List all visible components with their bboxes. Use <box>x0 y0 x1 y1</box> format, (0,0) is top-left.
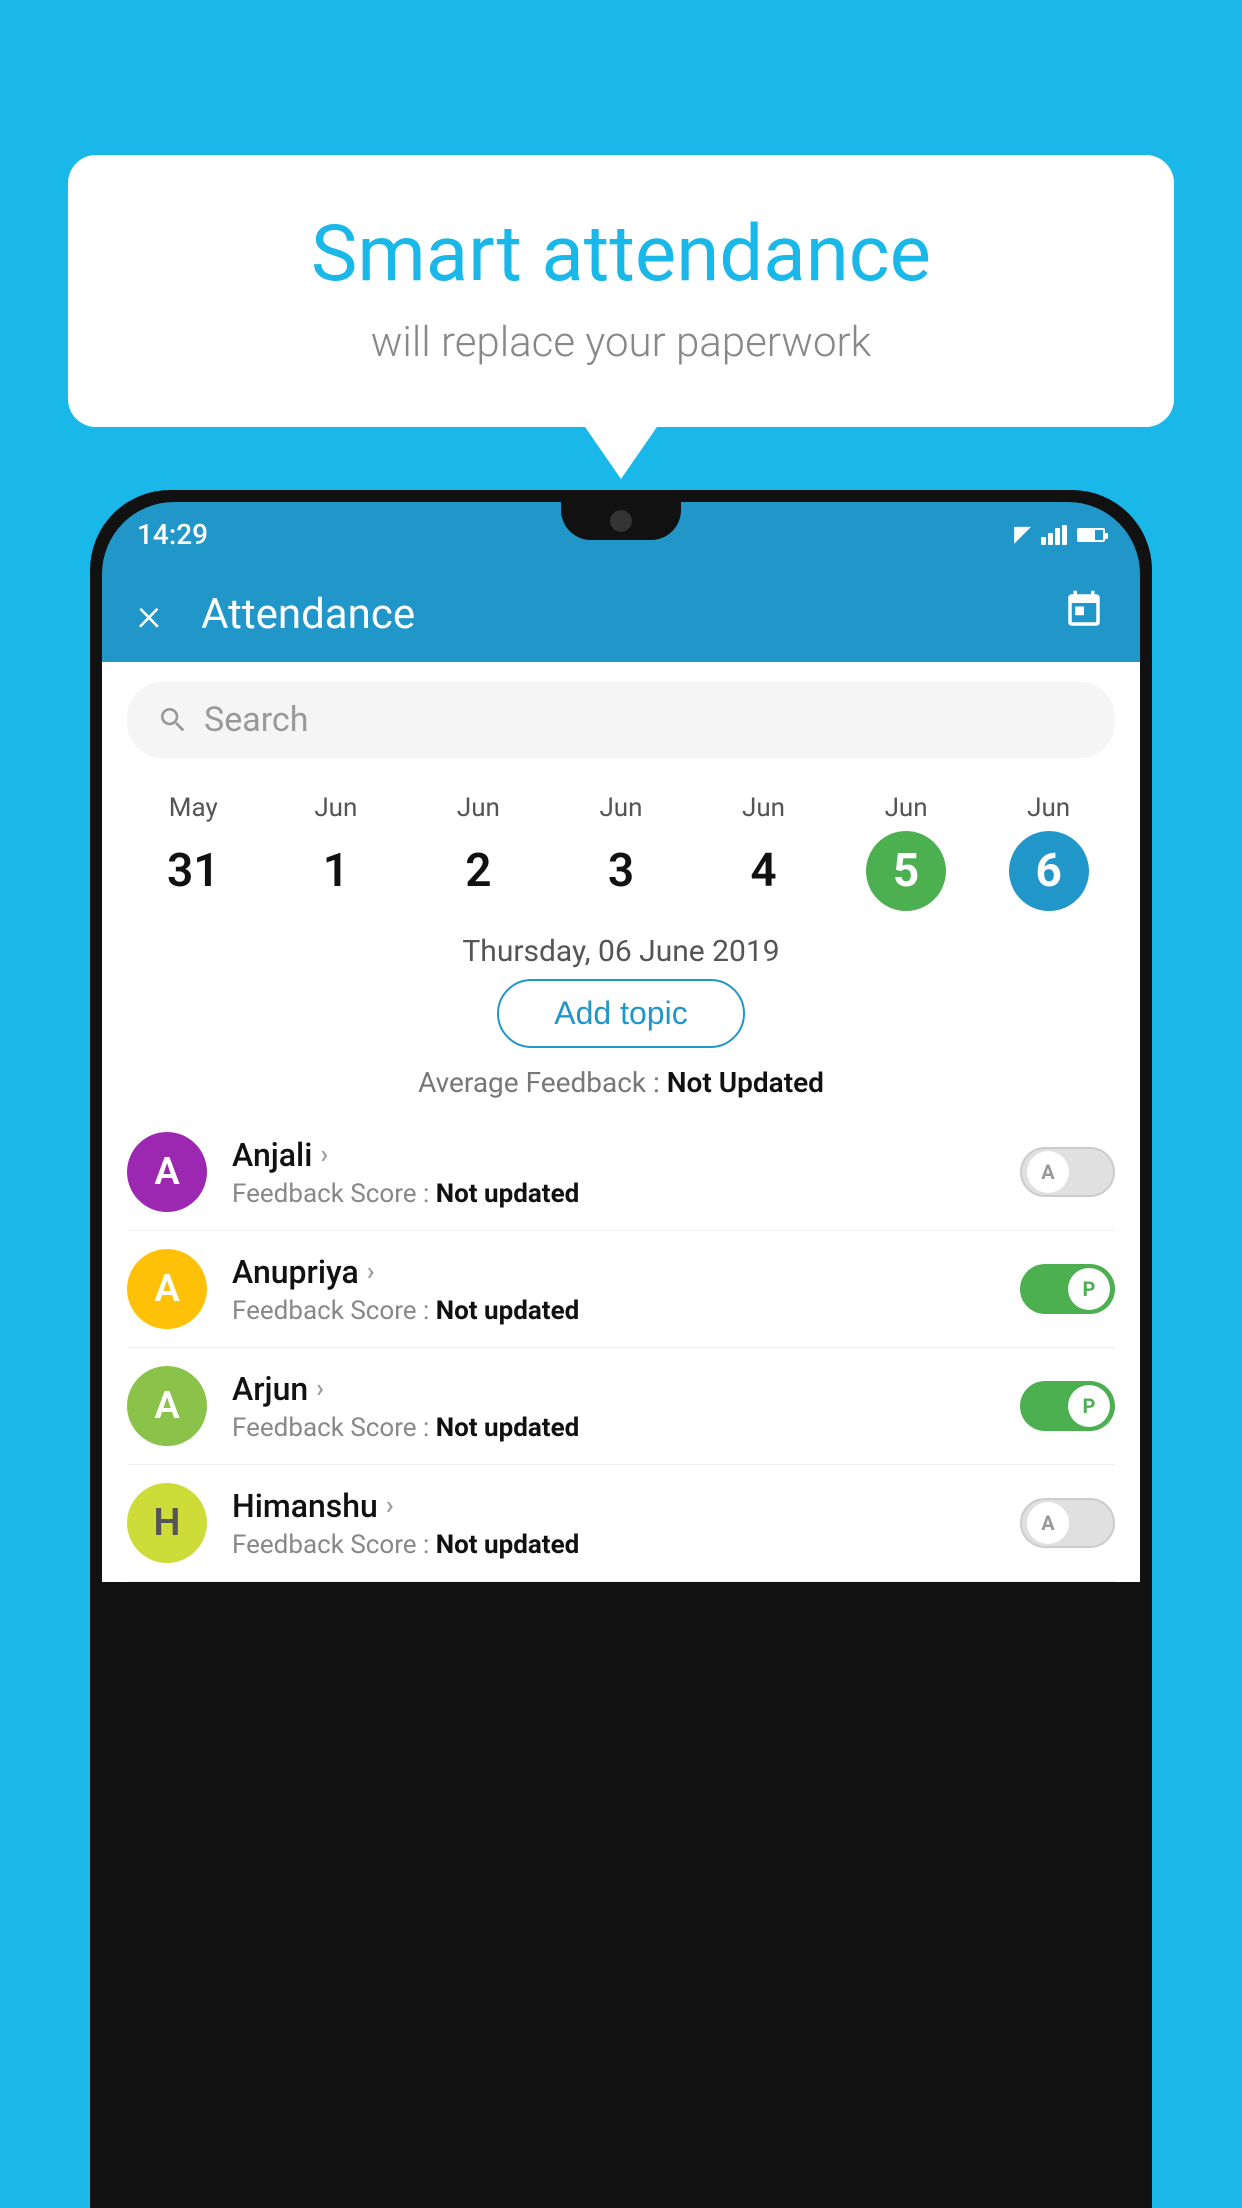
calendar-day-jun5[interactable]: Jun 5 <box>841 793 971 911</box>
student-info-anupriya: Anupriya › Feedback Score : Not updated <box>232 1253 1020 1326</box>
feedback-himanshu: Feedback Score : Not updated <box>232 1530 1020 1560</box>
day-2: 2 <box>438 831 518 911</box>
toggle-arjun[interactable]: P <box>1020 1381 1115 1431</box>
feedback-anjali: Feedback Score : Not updated <box>232 1179 1020 1209</box>
speech-bubble-title: Smart attendance <box>128 210 1114 300</box>
chevron-anupriya: › <box>367 1257 375 1287</box>
phone-frame: 14:29 ◤ × Attendance <box>90 490 1152 2208</box>
day-31: 31 <box>153 831 233 911</box>
phone-inner: 14:29 ◤ × Attendance <box>102 502 1140 2196</box>
month-may: May <box>128 793 258 823</box>
signal-bar-2 <box>1048 533 1053 545</box>
calendar-row: May 31 Jun 1 Jun 2 Jun 3 Jun 4 <box>102 778 1140 916</box>
toggle-switch-anjali[interactable]: A <box>1020 1147 1115 1197</box>
avatar-arjun: A <box>127 1366 207 1446</box>
calendar-icon[interactable] <box>1063 589 1105 641</box>
signal-bar-1 <box>1041 537 1046 545</box>
month-jun2: Jun <box>413 793 543 823</box>
student-name-arjun: Arjun › <box>232 1370 1020 1408</box>
toggle-anjali[interactable]: A <box>1020 1147 1115 1197</box>
feedback-arjun: Feedback Score : Not updated <box>232 1413 1020 1443</box>
status-bar: 14:29 ◤ <box>102 502 1140 567</box>
signal-bar-3 <box>1055 528 1060 545</box>
speech-bubble-container: Smart attendance will replace your paper… <box>68 155 1174 427</box>
chevron-arjun: › <box>316 1374 324 1404</box>
avatar-anupriya: A <box>127 1249 207 1329</box>
battery-fill <box>1079 530 1095 540</box>
app-content: Search May 31 Jun 1 Jun 2 Jun 3 <box>102 662 1140 1582</box>
camera <box>610 510 632 532</box>
student-info-arjun: Arjun › Feedback Score : Not updated <box>232 1370 1020 1443</box>
close-button[interactable]: × <box>137 588 161 642</box>
avg-feedback: Average Feedback : Not Updated <box>102 1066 1140 1099</box>
toggle-switch-anupriya[interactable]: P <box>1020 1264 1115 1314</box>
app-bar: × Attendance <box>102 567 1140 662</box>
avatar-himanshu: H <box>127 1483 207 1563</box>
day-6-today: 6 <box>1009 831 1089 911</box>
search-placeholder: Search <box>204 700 308 740</box>
calendar-day-jun6[interactable]: Jun 6 <box>984 793 1114 911</box>
student-name-anjali: Anjali › <box>232 1136 1020 1174</box>
student-info-himanshu: Himanshu › Feedback Score : Not updated <box>232 1487 1020 1560</box>
month-jun1: Jun <box>271 793 401 823</box>
search-bar[interactable]: Search <box>127 682 1115 758</box>
calendar-day-jun2[interactable]: Jun 2 <box>413 793 543 911</box>
chevron-himanshu: › <box>386 1491 394 1521</box>
student-list: A Anjali › Feedback Score : Not updated … <box>102 1114 1140 1582</box>
chevron-anjali: › <box>320 1140 328 1170</box>
search-icon <box>157 704 189 736</box>
date-header: Thursday, 06 June 2019 <box>102 934 1140 969</box>
student-item-arjun[interactable]: A Arjun › Feedback Score : Not updated P <box>127 1348 1115 1465</box>
feedback-anupriya: Feedback Score : Not updated <box>232 1296 1020 1326</box>
student-item-anupriya[interactable]: A Anupriya › Feedback Score : Not update… <box>127 1231 1115 1348</box>
calendar-day-may31[interactable]: May 31 <box>128 793 258 911</box>
battery-icon <box>1077 528 1105 542</box>
student-info-anjali: Anjali › Feedback Score : Not updated <box>232 1136 1020 1209</box>
wifi-icon: ◤ <box>1014 522 1031 547</box>
month-jun3: Jun <box>556 793 686 823</box>
app-bar-title: Attendance <box>201 590 1063 639</box>
toggle-knob-anjali: A <box>1027 1151 1069 1193</box>
avatar-anjali: A <box>127 1132 207 1212</box>
student-name-himanshu: Himanshu › <box>232 1487 1020 1525</box>
add-topic-button[interactable]: Add topic <box>497 979 744 1048</box>
toggle-anupriya[interactable]: P <box>1020 1264 1115 1314</box>
status-icons: ◤ <box>1014 522 1105 547</box>
day-4: 4 <box>724 831 804 911</box>
day-1: 1 <box>296 831 376 911</box>
toggle-knob-arjun: P <box>1068 1385 1110 1427</box>
student-item-himanshu[interactable]: H Himanshu › Feedback Score : Not update… <box>127 1465 1115 1582</box>
toggle-knob-himanshu: A <box>1027 1502 1069 1544</box>
toggle-himanshu[interactable]: A <box>1020 1498 1115 1548</box>
notch <box>561 502 681 540</box>
calendar-day-jun3[interactable]: Jun 3 <box>556 793 686 911</box>
status-time: 14:29 <box>137 518 208 551</box>
day-3: 3 <box>581 831 661 911</box>
calendar-day-jun1[interactable]: Jun 1 <box>271 793 401 911</box>
month-jun4: Jun <box>699 793 829 823</box>
speech-bubble: Smart attendance will replace your paper… <box>68 155 1174 427</box>
student-item-anjali[interactable]: A Anjali › Feedback Score : Not updated … <box>127 1114 1115 1231</box>
calendar-day-jun4[interactable]: Jun 4 <box>699 793 829 911</box>
toggle-switch-arjun[interactable]: P <box>1020 1381 1115 1431</box>
signal-icon <box>1041 525 1067 545</box>
toggle-switch-himanshu[interactable]: A <box>1020 1498 1115 1548</box>
speech-bubble-subtitle: will replace your paperwork <box>128 318 1114 367</box>
month-jun6: Jun <box>984 793 1114 823</box>
avg-feedback-label: Average Feedback : <box>418 1066 660 1099</box>
month-jun5: Jun <box>841 793 971 823</box>
signal-bar-4 <box>1062 525 1067 545</box>
avg-feedback-value: Not Updated <box>667 1066 824 1099</box>
student-name-anupriya: Anupriya › <box>232 1253 1020 1291</box>
day-5-selected: 5 <box>866 831 946 911</box>
toggle-knob-anupriya: P <box>1068 1268 1110 1310</box>
